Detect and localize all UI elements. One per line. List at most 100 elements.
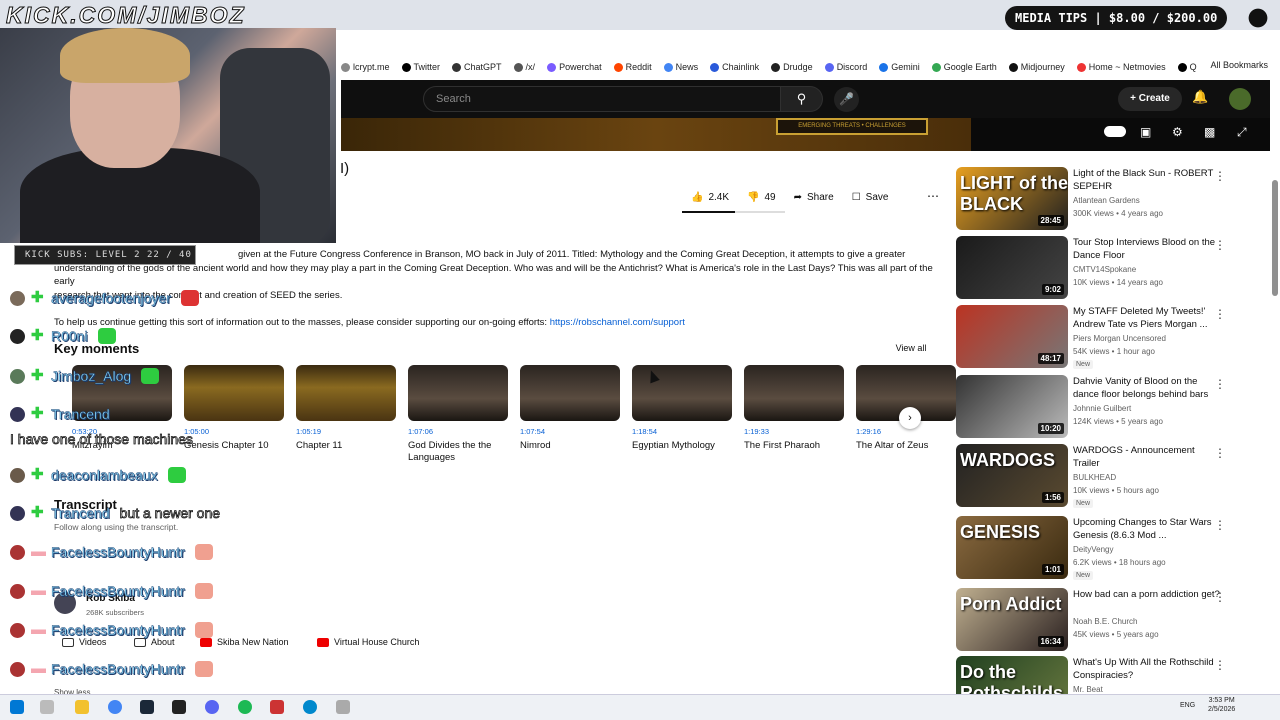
bookmark-item[interactable]: Home ~ Netmovies xyxy=(1076,62,1166,72)
recommendation-item[interactable]: 9:02 Tour Stop Interviews Blood on the Da… xyxy=(956,236,1256,300)
more-menu-icon[interactable]: ⋮ xyxy=(1214,518,1226,532)
key-moment-item[interactable]: 1:18:54 Egyptian Mythology xyxy=(632,365,732,452)
app-icon[interactable] xyxy=(270,700,284,714)
new-badge: New xyxy=(1073,499,1094,508)
support-link[interactable]: https://robschannel.com/support xyxy=(550,317,685,328)
recommendation-item[interactable]: GENESIS 1:01 Upcoming Changes to Star Wars… xyxy=(956,516,1256,580)
discord-icon[interactable] xyxy=(205,700,219,714)
bookmark-item[interactable]: Discord xyxy=(824,62,867,72)
spotify-icon[interactable] xyxy=(238,700,252,714)
chat-username[interactable]: Trancend xyxy=(51,505,110,521)
recommendation-thumbnail: GENESIS 1:01 xyxy=(956,516,1068,579)
more-menu-icon[interactable]: ⋮ xyxy=(1214,169,1226,183)
dislike-button[interactable]: 👎 49 xyxy=(738,186,785,208)
terminal-icon[interactable] xyxy=(172,700,186,714)
autoplay-toggle[interactable] xyxy=(1104,126,1126,137)
windows-taskbar xyxy=(0,694,1280,720)
more-menu-icon[interactable]: ⋮ xyxy=(1214,238,1226,252)
chat-username[interactable]: Jimboz_Alog xyxy=(51,368,132,384)
bookmark-item[interactable]: News xyxy=(663,62,698,72)
channel-tab-virtual-house-church[interactable]: Virtual House Church xyxy=(317,634,419,650)
more-menu-icon[interactable]: ⋮ xyxy=(1214,307,1226,321)
chat-username[interactable]: FacelessBountyHuntr xyxy=(51,544,185,560)
subtitles-icon[interactable]: ▣ xyxy=(1140,125,1151,139)
bookmark-item[interactable]: Twitter xyxy=(401,62,440,72)
chat-message: ✚ Trancend xyxy=(10,404,110,424)
new-badge: New xyxy=(1073,360,1094,369)
key-moment-item[interactable]: 1:05:00 Genesis Chapter 10 xyxy=(184,365,284,452)
all-bookmarks-button[interactable]: All Bookmarks xyxy=(1210,60,1268,70)
voice-search-button[interactable]: 🎤 xyxy=(834,87,859,112)
chat-username[interactable]: FacelessBountyHuntr xyxy=(51,583,185,599)
recommendation-title: How bad can a porn addiction get? xyxy=(1073,589,1220,600)
bookmark-item[interactable]: Drudge xyxy=(771,62,813,72)
bookmark-item[interactable]: ChatGPT xyxy=(452,62,502,72)
bookmark-item[interactable]: Reddit xyxy=(613,62,652,72)
telegram-icon[interactable] xyxy=(303,700,317,714)
more-menu-icon[interactable]: ⋮ xyxy=(1214,446,1226,460)
bookmark-item[interactable]: Midjourney xyxy=(1008,62,1065,72)
key-moment-time: 1:05:19 xyxy=(296,427,322,436)
bookmark-item[interactable]: Q xyxy=(1177,62,1197,72)
key-moment-item[interactable]: 1:05:19 Chapter 11 xyxy=(296,365,396,452)
bookmark-item[interactable]: Google Earth xyxy=(931,62,997,72)
account-avatar[interactable] xyxy=(1229,88,1251,110)
chat-username[interactable]: Trancend xyxy=(51,406,110,422)
settings-gear-icon[interactable]: ⚙ xyxy=(1172,125,1183,139)
app-icon[interactable] xyxy=(336,700,350,714)
chat-emote-icon xyxy=(194,544,213,560)
search-button[interactable]: ⚲ xyxy=(781,86,823,112)
more-menu-icon[interactable]: ⋮ xyxy=(1214,658,1226,672)
bookmark-item[interactable]: Chainlink xyxy=(710,62,759,72)
chat-username[interactable]: R00ni xyxy=(51,328,88,344)
bookmark-item[interactable]: Gemini xyxy=(879,62,920,72)
recommendation-item[interactable]: LIGHT of the BLACK 28:45 Light of the Blac… xyxy=(956,167,1256,231)
bookmark-item[interactable]: /x/ xyxy=(513,62,535,72)
recommendation-channel: CMTV14Spokane xyxy=(1073,265,1137,274)
view-all-button[interactable]: View all xyxy=(886,340,936,356)
bookmark-item[interactable]: lcrypt.me xyxy=(341,62,390,72)
windows-start-icon[interactable] xyxy=(10,700,24,714)
task-view-icon[interactable] xyxy=(40,700,54,714)
file-explorer-icon[interactable] xyxy=(75,700,89,714)
steam-icon[interactable] xyxy=(140,700,154,714)
scrollbar[interactable] xyxy=(1272,180,1278,296)
chat-message: ▬ FacelessBountyHuntr xyxy=(10,542,213,562)
more-actions-button[interactable]: ⋯ xyxy=(922,186,944,208)
recommendation-item[interactable]: 48:17 My STAFF Deleted My Tweets!' Andrew… xyxy=(956,305,1256,369)
youtube-icon xyxy=(317,637,329,647)
recommendation-channel: DeityVengy xyxy=(1073,545,1114,554)
save-button[interactable]: ☐ Save xyxy=(843,186,898,208)
key-moment-item[interactable]: 1:19:33 The First Pharaoh xyxy=(744,365,844,452)
chat-username[interactable]: FacelessBountyHuntr xyxy=(51,622,185,638)
bookmark-item[interactable]: Powerchat xyxy=(547,62,602,72)
key-moment-item[interactable]: 1:07:06 God Divides the the Languages xyxy=(408,365,508,464)
notifications-bell-icon[interactable]: 🔔 xyxy=(1192,89,1208,105)
like-button[interactable]: 👍 2.4K xyxy=(682,186,738,208)
fullscreen-icon[interactable]: ⤢ xyxy=(1237,125,1247,140)
more-menu-icon[interactable]: ⋮ xyxy=(1214,590,1226,604)
next-chevron-icon[interactable]: › xyxy=(899,407,921,429)
key-moment-thumbnail xyxy=(408,365,508,421)
recommendation-item[interactable]: WARDOGS 1:56 WARDOGS - Announcement Traile… xyxy=(956,444,1256,508)
channel-subscribers: 268K subscribers xyxy=(86,608,144,617)
recommendation-thumbnail: Porn Addict 16:34 xyxy=(956,588,1068,651)
clock[interactable]: 3:53 PM 2/5/2026 xyxy=(1208,696,1235,714)
key-moment-item[interactable]: 1:07:54 Nimrod xyxy=(520,365,620,452)
recommendation-item[interactable]: Porn Addict 16:34 How bad can a porn addic… xyxy=(956,588,1256,652)
miniplayer-icon[interactable]: ▩ xyxy=(1204,125,1215,139)
chat-username[interactable]: averagefootenjoyer xyxy=(51,290,171,306)
search-input[interactable]: Search xyxy=(423,86,781,112)
channel-tab-skiba-new-nation[interactable]: Skiba New Nation xyxy=(200,634,289,650)
video-actions: 👍 2.4K 👎 49 ➦ Share ☐ Save xyxy=(682,186,897,208)
recommendation-item[interactable]: 10:20 Dahvie Vanity of Blood on the dance… xyxy=(956,375,1256,439)
chrome-icon[interactable] xyxy=(108,700,122,714)
share-button[interactable]: ➦ Share xyxy=(785,186,843,208)
chainlink-icon xyxy=(710,62,720,72)
key-moment-thumbnail xyxy=(296,365,396,421)
chat-username[interactable]: deaconlambeaux xyxy=(51,467,158,483)
chat-username[interactable]: FacelessBountyHuntr xyxy=(51,661,185,677)
create-button[interactable]: + Create xyxy=(1118,87,1182,111)
more-menu-icon[interactable]: ⋮ xyxy=(1214,377,1226,391)
language-indicator[interactable]: ENG xyxy=(1180,702,1195,709)
